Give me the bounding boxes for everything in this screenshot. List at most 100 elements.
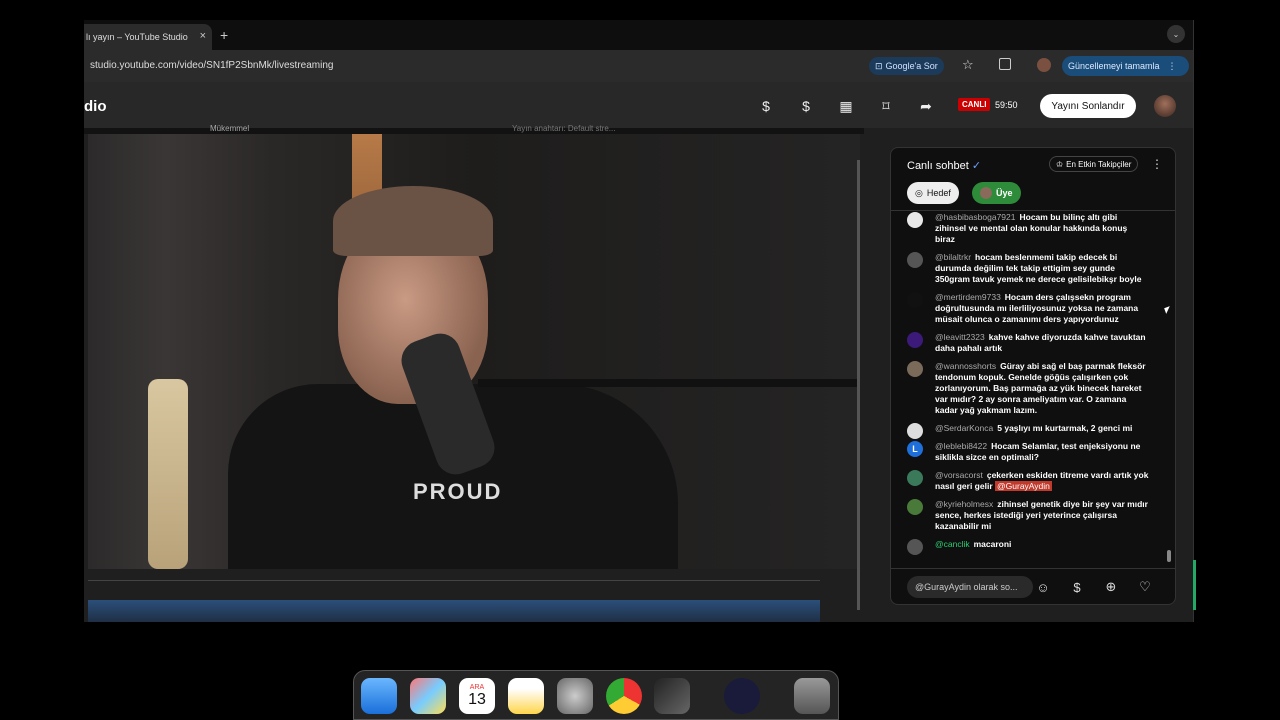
menu-kebab-icon: ⋮ [1167,60,1177,71]
live-timer: 59:50 [995,100,1018,110]
chat-author[interactable]: @leavitt2323 [935,332,985,342]
chat-author[interactable]: @hasbibasboga7921 [935,212,1015,222]
profile-avatar[interactable] [1037,58,1051,72]
browser-tab[interactable]: lı yayın – YouTube Studio × [84,24,212,50]
clapperboard-icon[interactable]: ▦ [837,97,855,115]
update-button[interactable]: Güncellemeyi tamamla ⋮ [1062,56,1189,76]
update-label: Güncellemeyi tamamla [1068,61,1160,71]
top-fans-button[interactable]: ♔ En Etkin Takipçiler [1049,156,1139,172]
chat-input[interactable]: @GurayAydin olarak so... [907,576,1033,598]
chat-avatar[interactable] [907,332,923,348]
member-chip[interactable]: Üye [972,182,1021,204]
chat-author[interactable]: @vorsacorst [935,470,983,480]
notes-icon[interactable] [508,678,544,714]
chat-text: 5 yaşlıyı mı kurtarmak, 2 genci mi [997,423,1133,433]
studio-logo[interactable]: dio [84,98,107,115]
tab-title: lı yayın – YouTube Studio [86,32,188,42]
url-text[interactable]: studio.youtube.com/video/SN1fP2SbnMk/liv… [90,60,333,71]
chat-avatar[interactable] [907,252,923,268]
chat-message[interactable]: @vorsacorst çekerken eskiden titreme vard… [891,470,1175,492]
chat-message[interactable]: @canclik macaroni [891,539,1175,555]
chat-divider [891,210,1175,211]
goal-chip[interactable]: ◎ Hedef [907,182,959,204]
chat-author[interactable]: @SerdarKonca [935,423,993,433]
super-chat-icon[interactable]: $ [1069,579,1085,595]
share-icon[interactable]: ➦ [917,97,935,115]
new-tab-icon[interactable]: + [220,27,228,43]
chat-input-row: @GurayAydin olarak so... ☺ $ ⊕ ♡ [891,568,1175,604]
address-bar: studio.youtube.com/video/SN1fP2SbnMk/liv… [84,50,1193,82]
video-preview[interactable]: PROUD [88,134,860,569]
chat-avatar[interactable] [907,499,923,515]
mic-arm [478,379,860,387]
chat-avatar[interactable] [907,361,923,377]
chat-message[interactable]: @wannosshorts Güray abi sağ el baş parmak… [891,361,1175,416]
live-chat-panel: Canlı sohbet ✓ ♔ En Etkin Takipçiler ⋮ ◎… [890,147,1176,605]
calendar-icon[interactable]: ARA 13 [459,678,495,714]
live-badge: CANLI [958,98,991,111]
chat-author[interactable]: @kyrieholmesx [935,499,993,509]
heart-icon[interactable]: ♡ [1137,579,1153,595]
obs-icon[interactable] [724,678,760,714]
end-stream-button[interactable]: Yayını Sonlandır [1040,94,1136,118]
google-ask-button[interactable]: ⊡ Google'a Sor [869,57,944,75]
studio-header: dio $ $ ▦ ⌑ ➦ CANLI 59:50 Yayını Sonland… [84,82,1193,128]
chat-avatar[interactable] [907,292,923,308]
chat-message[interactable]: @kyrieholmesx zihinsel genetik diye bir ş… [891,499,1175,532]
tab-bar: lı yayın – YouTube Studio × + ⌄ [84,20,1193,50]
monetization-icon[interactable]: $ [757,97,775,115]
guitar-image [148,379,188,569]
chat-message[interactable]: @SerdarKonca 5 yaşlıyı mı kurtarmak, 2 ge… [891,423,1175,439]
host-cap [333,186,493,256]
calendar-day: 13 [468,690,486,708]
lens-icon: ⊡ [875,60,883,71]
mention-tag[interactable]: @GurayAydin [995,481,1052,491]
tab-search-icon[interactable]: ⌄ [1167,25,1185,43]
chat-text: macaroni [973,539,1012,549]
chat-avatar[interactable] [907,470,923,486]
system-settings-icon[interactable] [557,678,593,714]
chat-menu-icon[interactable]: ⋮ [1151,157,1163,171]
tab-close-icon[interactable]: × [200,30,206,42]
chat-author[interactable]: @mertirdem9733 [935,292,1001,302]
stream-health-graph [88,580,820,622]
shirt-text: PROUD [413,479,503,504]
super-chat-icon[interactable]: $ [797,97,815,115]
finder-icon[interactable] [361,678,397,714]
stream-key-label[interactable]: Yayın anahtarı: Default stre... [512,124,615,133]
add-icon[interactable]: ⊕ [1103,579,1119,595]
chrome-icon[interactable] [606,678,642,714]
launchpad-icon[interactable] [410,678,446,714]
chat-author[interactable]: @leblebi8422 [935,441,987,451]
chat-message[interactable]: @bilaltrkr hocam beslenmemi takip edecek … [891,252,1175,285]
chat-author[interactable]: @bilaltrkr [935,252,971,262]
top-fans-label: En Etkin Takipçiler [1066,159,1132,169]
macos-dock: ARA 13 [353,670,839,720]
chat-message[interactable]: @mertirdem9733 Hocam ders çalışsekn progr… [891,292,1175,325]
page-scrollbar[interactable] [857,160,860,610]
chat-message-list[interactable]: @hasbibasboga7921 Hocam bu bilinç altı gi… [891,212,1175,566]
chat-avatar[interactable] [907,539,923,555]
emoji-icon[interactable]: ☺ [1035,579,1051,595]
chat-author[interactable]: @wannosshorts [935,361,996,371]
trash-icon[interactable] [794,678,830,714]
target-icon: ◎ [915,187,923,198]
chat-message[interactable]: @leavitt2323 kahve kahve diyoruzda kahve … [891,332,1175,354]
channel-avatar[interactable] [1154,95,1176,117]
crown-icon: ♔ [1056,159,1064,169]
chat-message[interactable]: L @leblebi8422 Hocam Selamlar, test enjeks… [891,441,1175,463]
final-cut-icon[interactable] [654,678,690,714]
chat-avatar[interactable] [907,423,923,439]
chat-title[interactable]: Canlı sohbet ✓ [907,159,981,172]
chat-avatar[interactable] [907,212,923,228]
extensions-icon[interactable] [999,58,1011,70]
chat-avatar[interactable]: L [907,441,923,457]
browser-window: lı yayın – YouTube Studio × + ⌄ studio.y… [84,20,1194,622]
chat-message[interactable]: @hasbibasboga7921 Hocam bu bilinç altı gi… [891,212,1175,245]
bookmark-star-icon[interactable]: ☆ [962,57,974,73]
bookmark-icon[interactable]: ⌑ [877,97,895,115]
chat-scrollbar[interactable] [1167,550,1171,562]
health-status: Mükemmel [210,124,250,133]
member-avatar-icon [980,187,992,199]
chat-author[interactable]: @canclik [935,539,970,549]
